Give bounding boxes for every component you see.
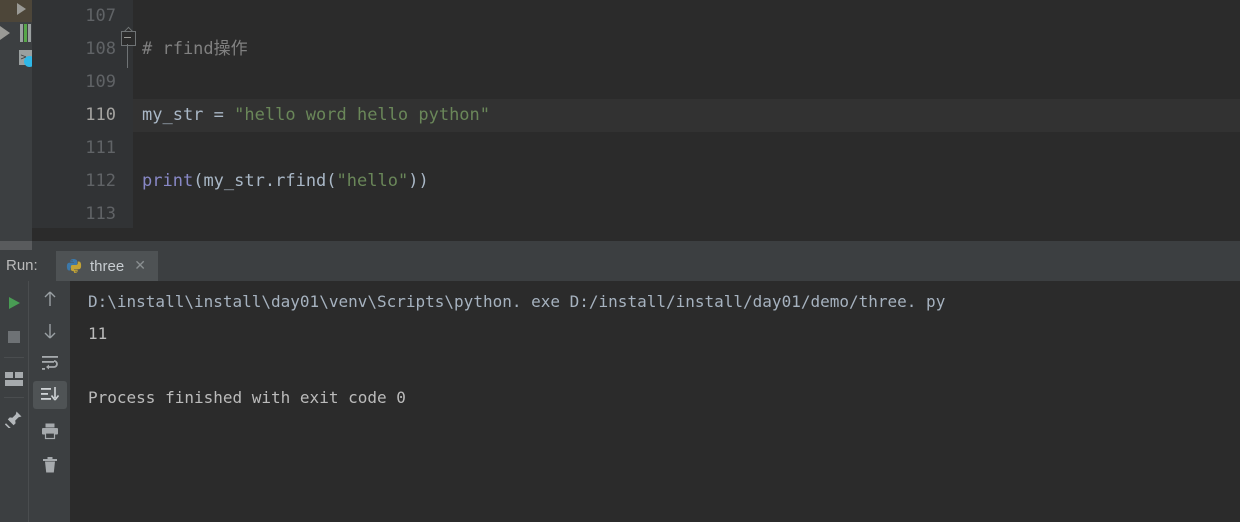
print-button[interactable] (33, 417, 67, 445)
line-number: 111 (85, 138, 116, 158)
operator-token: = (203, 105, 235, 125)
console-actions-toolbar (28, 281, 71, 522)
builtin-token: print (142, 171, 194, 191)
run-header-empty-area (166, 251, 1240, 281)
comment-token: # rfind操作 (142, 39, 248, 59)
close-icon[interactable]: ✕ (134, 259, 146, 273)
variable-token: my_str (142, 105, 204, 125)
console-finished-line: Process finished with exit code 0 (88, 388, 406, 407)
soft-wrap-button[interactable] (33, 349, 67, 377)
run-tool-header: Run: three ✕ (0, 251, 1240, 281)
up-button[interactable] (33, 285, 67, 313)
python-logo-icon (66, 258, 82, 274)
code-line-112: print(my_str.rfind("hello")) (142, 165, 429, 198)
code-editor[interactable]: >_ 107 108 109 110 111 112 113 # rfind操作… (0, 0, 1240, 228)
line-number-gutter: 107 108 109 110 111 112 113 (32, 0, 130, 228)
restore-layout-button[interactable] (0, 365, 28, 393)
run-triangle-icon[interactable] (17, 3, 26, 15)
console-output-line: 11 (88, 324, 108, 343)
run-actions-toolbar (0, 281, 28, 522)
paren-token: )) (408, 171, 429, 191)
run-tool-window: Run: three ✕ D:\install\install\day01\ve… (0, 251, 1240, 522)
run-tab-label: three (90, 257, 125, 275)
line-number: 112 (85, 171, 116, 191)
toolbar-divider (4, 397, 24, 398)
rerun-button[interactable] (0, 289, 28, 317)
code-line-108: # rfind操作 (142, 33, 248, 66)
code-fold-marker-icon[interactable] (119, 26, 141, 68)
run-console-output[interactable]: D:\install\install\day01\venv\Scripts\py… (70, 281, 1240, 522)
variable-token: my_str (203, 171, 265, 191)
down-button[interactable] (33, 317, 67, 345)
line-number: 107 (85, 6, 116, 26)
clear-all-button[interactable] (33, 451, 67, 479)
run-triangle-icon[interactable] (0, 26, 10, 40)
dot-token: . (264, 171, 276, 191)
editor-marker-strip: >_ (0, 0, 35, 228)
pycharm-window: >_ 107 108 109 110 111 112 113 # rfind操作… (0, 0, 1240, 522)
code-text-area[interactable]: # rfind操作 my_str = "hello word hello pyt… (133, 0, 1240, 228)
editor-horizontal-scrollbar[interactable] (0, 241, 1240, 251)
string-token: "hello" (336, 171, 409, 191)
line-number: 108 (85, 39, 116, 59)
console-command-line: D:\install\install\day01\venv\Scripts\py… (88, 292, 946, 311)
line-number: 109 (85, 72, 116, 92)
line-number: 113 (85, 204, 116, 224)
code-line-110: my_str = "hello word hello python" (142, 99, 490, 132)
pin-tab-button[interactable] (0, 405, 28, 433)
paren-token: ( (326, 171, 337, 191)
string-token: "hello word hello python" (234, 105, 491, 125)
run-label: Run: (6, 257, 38, 274)
paren-token: ( (193, 171, 204, 191)
stop-button[interactable] (0, 323, 28, 351)
method-token: rfind (275, 171, 327, 191)
toolbar-divider (4, 357, 24, 358)
scroll-to-end-button[interactable] (33, 381, 67, 409)
run-tab-three[interactable]: three ✕ (56, 251, 158, 281)
marker-highlight-band (0, 0, 32, 22)
line-number-current: 110 (85, 105, 116, 125)
scrollbar-thumb[interactable] (0, 241, 32, 250)
